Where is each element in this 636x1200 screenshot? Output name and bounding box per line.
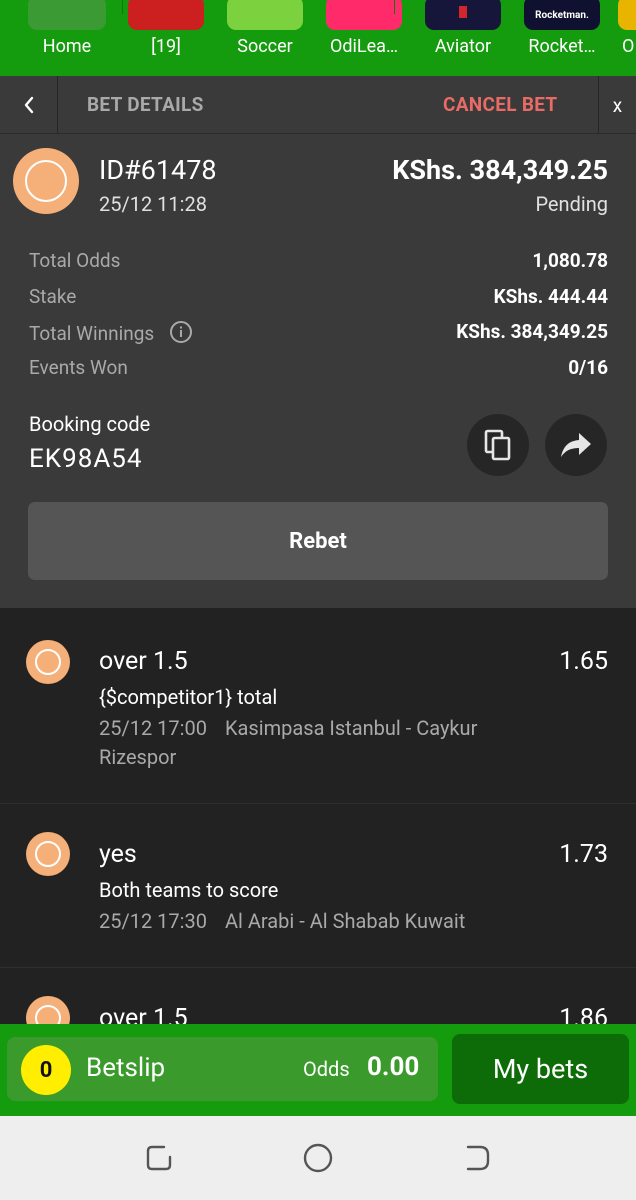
events-won-label: Events Won — [29, 356, 128, 379]
list-item[interactable]: over 1.5 1.65 {$competitor1} total 25/12… — [0, 610, 636, 804]
back-nav-button[interactable] — [459, 1140, 495, 1176]
page-title: BET DETAILS — [87, 93, 204, 116]
bet-amount: KShs. 384,349.25 — [392, 154, 608, 186]
home-thumb — [28, 0, 106, 30]
event-odds: 1.65 — [559, 647, 608, 676]
close-button[interactable]: x — [598, 76, 636, 134]
rocketman-logo: Rocketman. — [535, 10, 589, 21]
recents-button[interactable] — [141, 1140, 177, 1176]
list-item[interactable]: yes 1.73 Both teams to score 25/12 17:30… — [0, 804, 636, 968]
system-nav-bar — [0, 1116, 636, 1200]
aviator-plane-icon — [459, 6, 467, 18]
event-odds: 1.86 — [559, 1004, 608, 1024]
pending-status-icon — [26, 832, 70, 876]
total-winnings-row: Total Winnings — [29, 320, 193, 345]
overflow-thumb — [618, 0, 636, 30]
event-market: {$competitor1} total — [99, 685, 278, 709]
nav-item-overflow[interactable]: O — [618, 0, 636, 76]
nav-label: O — [622, 36, 635, 57]
bet-date: 25/12 11:28 — [99, 192, 207, 216]
event-meta: 25/12 17:30 Al Arabi - Al Shabab Kuwait — [99, 907, 529, 936]
nav-label: Rocket… — [528, 36, 596, 57]
betslip-bar: 0 Betslip Odds 0.00 My bets — [0, 1024, 636, 1116]
total-odds-value: 1,080.78 — [532, 249, 608, 272]
bet-summary-card: ID#61478 25/12 11:28 KShs. 384,349.25 Pe… — [0, 134, 636, 608]
rebet-button[interactable]: Rebet — [28, 502, 608, 580]
my-bets-button[interactable]: My bets — [452, 1034, 629, 1104]
odileague-thumb — [326, 0, 402, 30]
event-meta: 25/12 17:00 Kasimpasa Istanbul - Caykur R… — [99, 714, 529, 772]
nav-divider — [394, 0, 395, 14]
info-icon[interactable] — [169, 320, 193, 344]
back-button[interactable] — [0, 76, 58, 134]
event-odds: 1.73 — [559, 840, 608, 869]
bet-details-header: BET DETAILS CANCEL BET x — [0, 76, 636, 134]
total-winnings-label: Total Winnings — [29, 322, 155, 345]
event-pick: over 1.5 — [99, 647, 188, 676]
stake-label: Stake — [29, 285, 77, 308]
pending-status-icon — [26, 996, 70, 1024]
home-button[interactable] — [300, 1140, 336, 1176]
soccer-thumb — [227, 0, 303, 30]
betslip-odds-label: Odds — [303, 1057, 350, 1081]
rocketman-thumb: Rocketman. — [524, 0, 600, 30]
pending-status-icon — [26, 640, 70, 684]
event-time: 25/12 17:00 — [99, 716, 207, 740]
event-match: Al Arabi - Al Shabab Kuwait — [224, 909, 466, 933]
back-nav-icon — [466, 1145, 490, 1171]
betslip-odds-value: 0.00 — [367, 1052, 420, 1082]
pending-status-icon — [13, 148, 79, 214]
recents-icon — [146, 1145, 172, 1171]
betslip-count-badge: 0 — [21, 1045, 71, 1095]
copy-icon — [484, 429, 511, 461]
total-winnings-value: KShs. 384,349.25 — [456, 320, 608, 343]
event-pick: yes — [99, 840, 137, 869]
event-market: Both teams to score — [99, 878, 279, 902]
bet-id: ID#61478 — [99, 154, 217, 186]
aviator-thumb — [425, 0, 501, 30]
bet-events-list: over 1.5 1.65 {$competitor1} total 25/12… — [0, 610, 636, 1024]
event-pick: over 1.5 — [99, 1004, 188, 1024]
live-thumb — [128, 0, 204, 30]
stake-value: KShs. 444.44 — [493, 285, 608, 308]
chevron-left-icon — [24, 96, 33, 114]
cancel-bet-button[interactable]: CANCEL BET — [443, 93, 558, 116]
home-circle-icon — [303, 1143, 333, 1173]
share-button[interactable] — [545, 414, 607, 476]
event-time: 25/12 17:30 — [99, 909, 207, 933]
events-won-value: 0/16 — [568, 356, 608, 379]
total-odds-label: Total Odds — [29, 249, 121, 272]
betslip-button[interactable]: 0 Betslip Odds 0.00 — [7, 1037, 438, 1101]
bet-status: Pending — [535, 192, 608, 216]
booking-code-label: Booking code — [29, 412, 151, 436]
share-arrow-icon — [561, 433, 591, 457]
copy-booking-code-button[interactable] — [467, 414, 529, 476]
list-item[interactable]: over 1.5 1.86 — [0, 968, 636, 1024]
top-nav: Home [19] Soccer OdiLea… Aviator Rocketm… — [0, 0, 636, 76]
betslip-label: Betslip — [86, 1053, 166, 1083]
booking-code: EK98A54 — [29, 444, 143, 474]
nav-item-rocketman[interactable]: Rocketman. Rocket… — [495, 0, 629, 76]
